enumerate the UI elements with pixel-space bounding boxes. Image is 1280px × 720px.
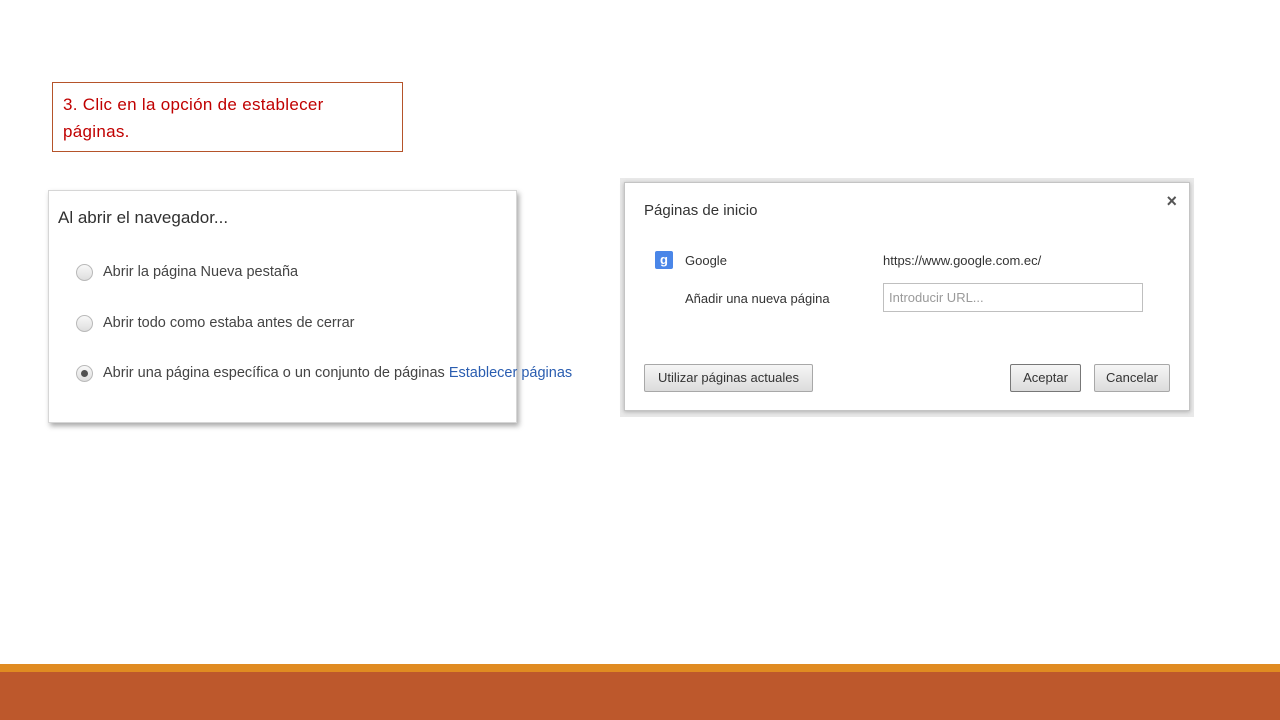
radio-specific-pages[interactable] (76, 364, 93, 382)
footer-accent-strip (0, 664, 1280, 672)
instruction-box: 3. Clic en la opción de establecer págin… (52, 82, 403, 152)
footer-band (0, 672, 1280, 720)
use-current-pages-button[interactable]: Utilizar páginas actuales (644, 364, 813, 392)
url-input[interactable] (883, 283, 1143, 312)
cancel-button[interactable]: Cancelar (1094, 364, 1170, 392)
accept-button[interactable]: Aceptar (1010, 364, 1081, 392)
option-specific-pages[interactable]: Abrir una página específica o un conjunt… (76, 361, 572, 385)
site-name: Google (685, 253, 727, 268)
add-page-label: Añadir una nueva página (685, 291, 830, 306)
option-restore-session[interactable]: Abrir todo como estaba antes de cerrar (76, 311, 354, 335)
instruction-line-1: 3. Clic en la opción de establecer (63, 95, 324, 114)
startup-title: Al abrir el navegador... (58, 208, 229, 227)
dialog-title: Páginas de inicio (644, 202, 758, 219)
instruction-line-2: páginas. (63, 122, 130, 141)
startup-options-panel: Al abrir el navegador... Abrir la página… (48, 190, 572, 423)
option-new-tab[interactable]: Abrir la página Nueva pestaña (76, 260, 298, 284)
option-specific-pages-label: Abrir una página específica o un conjunt… (103, 365, 445, 381)
close-icon[interactable]: × (1166, 191, 1177, 212)
radio-new-tab[interactable] (76, 263, 93, 281)
site-url: https://www.google.com.ec/ (883, 253, 1042, 268)
set-pages-link[interactable]: Establecer páginas (449, 365, 572, 381)
radio-restore-session[interactable] (76, 314, 93, 332)
option-restore-session-label: Abrir todo como estaba antes de cerrar (103, 315, 355, 331)
option-new-tab-label: Abrir la página Nueva pestaña (103, 264, 299, 280)
google-icon: g (655, 251, 673, 269)
startup-pages-dialog: Páginas de inicio × g Google https://www… (624, 182, 1190, 411)
